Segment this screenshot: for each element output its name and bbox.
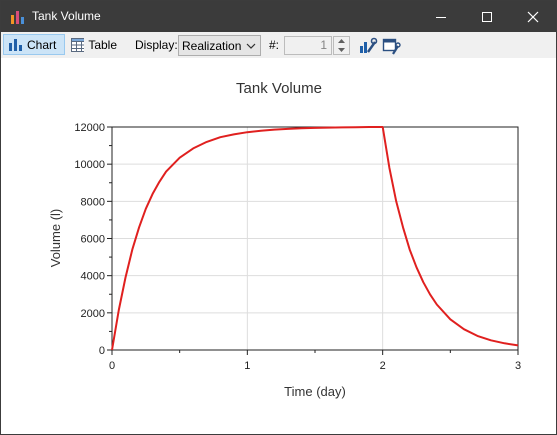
display-select[interactable]: Realization — [178, 35, 261, 56]
close-icon — [527, 11, 539, 22]
x-tick-label: 0 — [109, 360, 115, 372]
y-axis-label: Volume (l) — [48, 209, 63, 268]
table-view-label: Table — [88, 37, 117, 52]
y-tick-label: 12000 — [74, 122, 105, 134]
spin-down-button[interactable] — [334, 46, 349, 54]
realization-spinner[interactable] — [333, 36, 350, 55]
chart-area: 0 2000 4000 6000 8000 10000 12000 0 1 2 3 Tank Vol… — [1, 58, 556, 434]
window-title: Tank Volume — [32, 9, 101, 23]
chart-app-icon — [11, 11, 24, 24]
spin-up-icon — [338, 39, 345, 43]
spin-down-icon — [338, 48, 345, 52]
toolbar: Chart Table Display: Realization #: 1 — [1, 32, 556, 59]
table-view-button[interactable]: Table — [67, 34, 121, 55]
close-button[interactable] — [510, 1, 556, 32]
chart-properties-button[interactable] — [358, 36, 378, 56]
tank-volume-window: Tank Volume Chart Table Display: Realiza… — [0, 0, 557, 435]
window-settings-icon — [382, 38, 401, 55]
y-tick-label: 4000 — [81, 271, 105, 283]
display-select-value: Realization — [182, 38, 242, 53]
chart-view-label: Chart — [27, 37, 57, 52]
x-tick-label: 3 — [515, 360, 521, 372]
bar-chart-icon — [9, 39, 22, 51]
realization-number-label: #: — [269, 38, 280, 52]
realization-number-field[interactable]: 1 — [284, 36, 332, 55]
minimize-button[interactable] — [418, 1, 464, 32]
chart-title: Tank Volume — [236, 80, 322, 97]
title-bar[interactable]: Tank Volume — [1, 1, 556, 32]
tank-volume-chart: 0 2000 4000 6000 8000 10000 12000 0 1 2 3 Tank Vol… — [48, 80, 521, 399]
y-tick-label: 0 — [99, 345, 105, 357]
spin-up-button[interactable] — [334, 37, 349, 45]
x-tick-label: 1 — [244, 360, 250, 372]
y-tick-label: 8000 — [81, 196, 105, 208]
table-icon — [71, 37, 85, 52]
x-axis-label: Time (day) — [284, 384, 346, 399]
display-label: Display: — [135, 38, 178, 52]
maximize-button[interactable] — [464, 1, 510, 32]
chevron-down-icon — [246, 43, 256, 49]
minimize-icon — [436, 16, 446, 18]
maximize-icon — [482, 11, 492, 22]
x-tick-label: 2 — [380, 360, 386, 372]
chart-style-button[interactable] — [381, 36, 401, 56]
chart-view-button[interactable]: Chart — [3, 34, 65, 55]
y-tick-label: 2000 — [81, 308, 105, 320]
y-tick-label: 6000 — [81, 234, 105, 246]
chart-settings-icon — [360, 37, 378, 53]
y-tick-label: 10000 — [74, 159, 105, 171]
